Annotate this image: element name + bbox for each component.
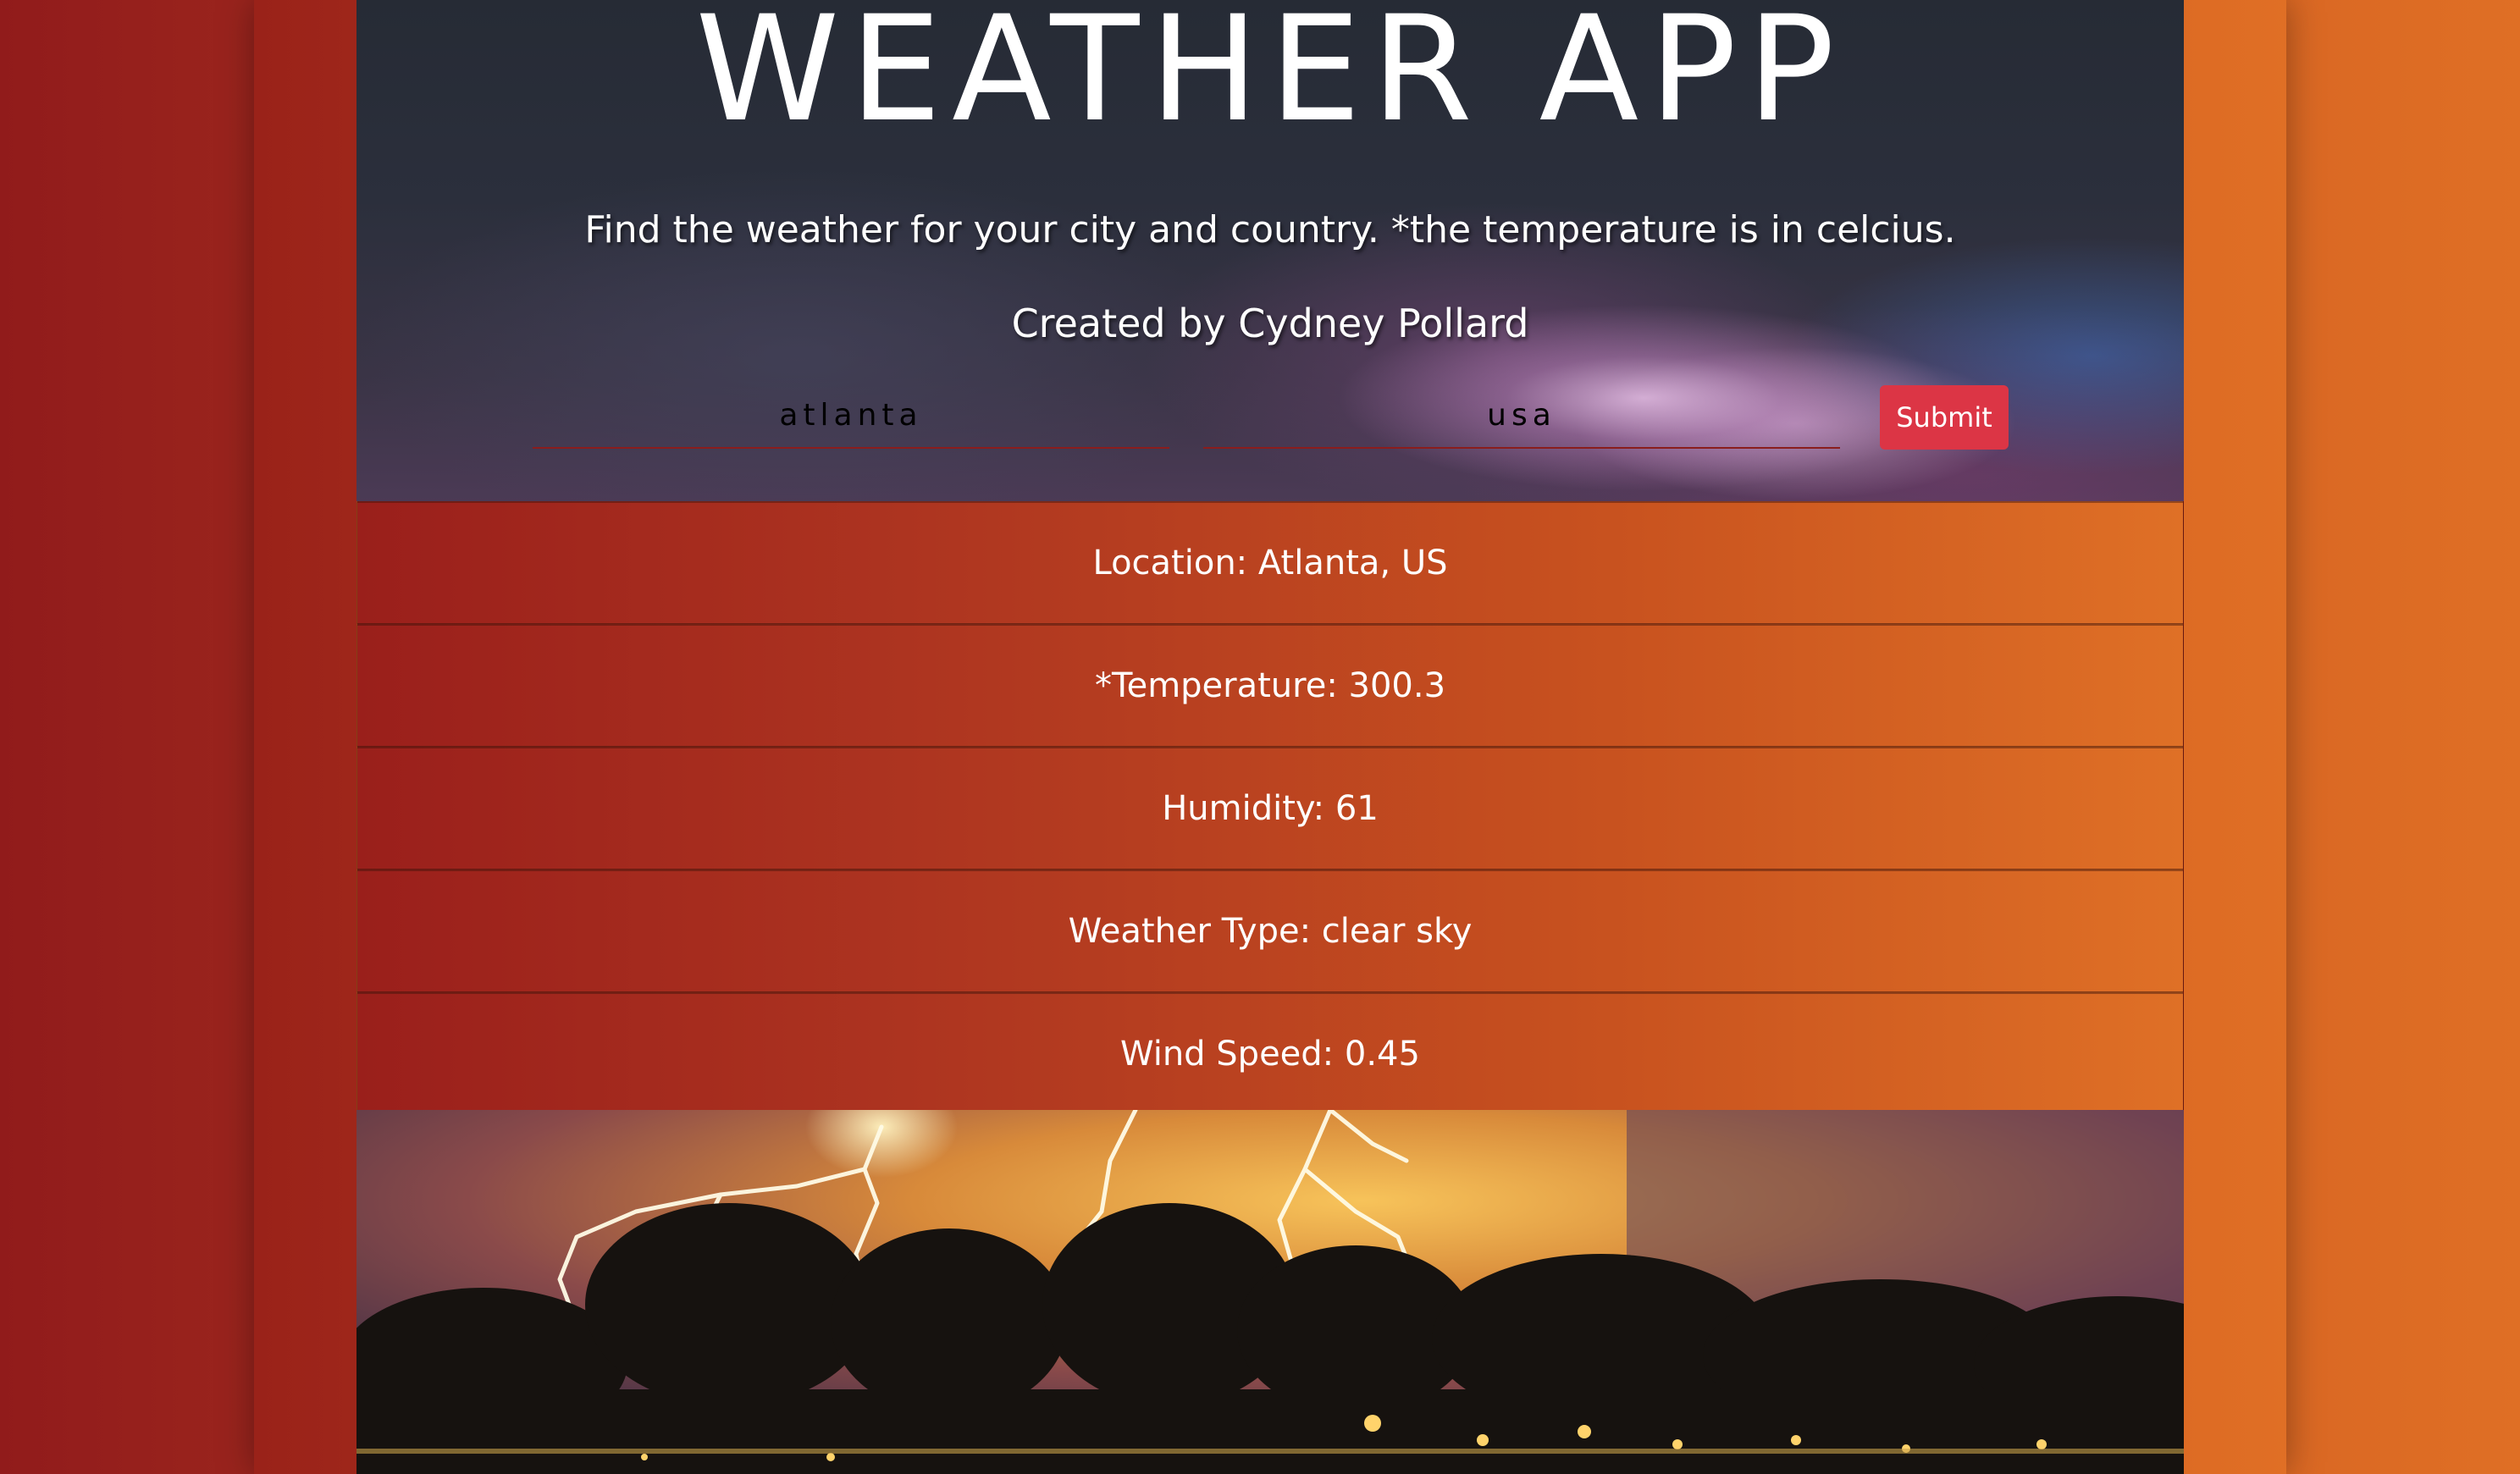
page-subtitle: Find the weather for your city and count… bbox=[584, 208, 1956, 251]
weather-results: Location: Atlanta, US *Temperature: 300.… bbox=[356, 501, 2184, 1115]
weather-type-row: Weather Type: clear sky bbox=[356, 869, 2184, 992]
wind-speed-row: Wind Speed: 0.45 bbox=[356, 992, 2184, 1115]
page-title: WEATHER APP bbox=[695, 0, 1845, 154]
temperature-row: *Temperature: 300.3 bbox=[356, 624, 2184, 747]
city-input[interactable] bbox=[533, 383, 1169, 449]
humidity-row: Humidity: 61 bbox=[356, 747, 2184, 869]
submit-button[interactable]: Submit bbox=[1880, 385, 2009, 450]
lightning-storm-image bbox=[356, 1110, 2184, 1474]
header-banner: WEATHER APP Find the weather for your ci… bbox=[356, 0, 2184, 501]
app-container: WEATHER APP Find the weather for your ci… bbox=[356, 0, 2184, 1474]
country-input[interactable] bbox=[1203, 383, 1840, 449]
author-credit: Created by Cydney Pollard bbox=[1011, 301, 1529, 346]
location-row: Location: Atlanta, US bbox=[356, 501, 2184, 624]
